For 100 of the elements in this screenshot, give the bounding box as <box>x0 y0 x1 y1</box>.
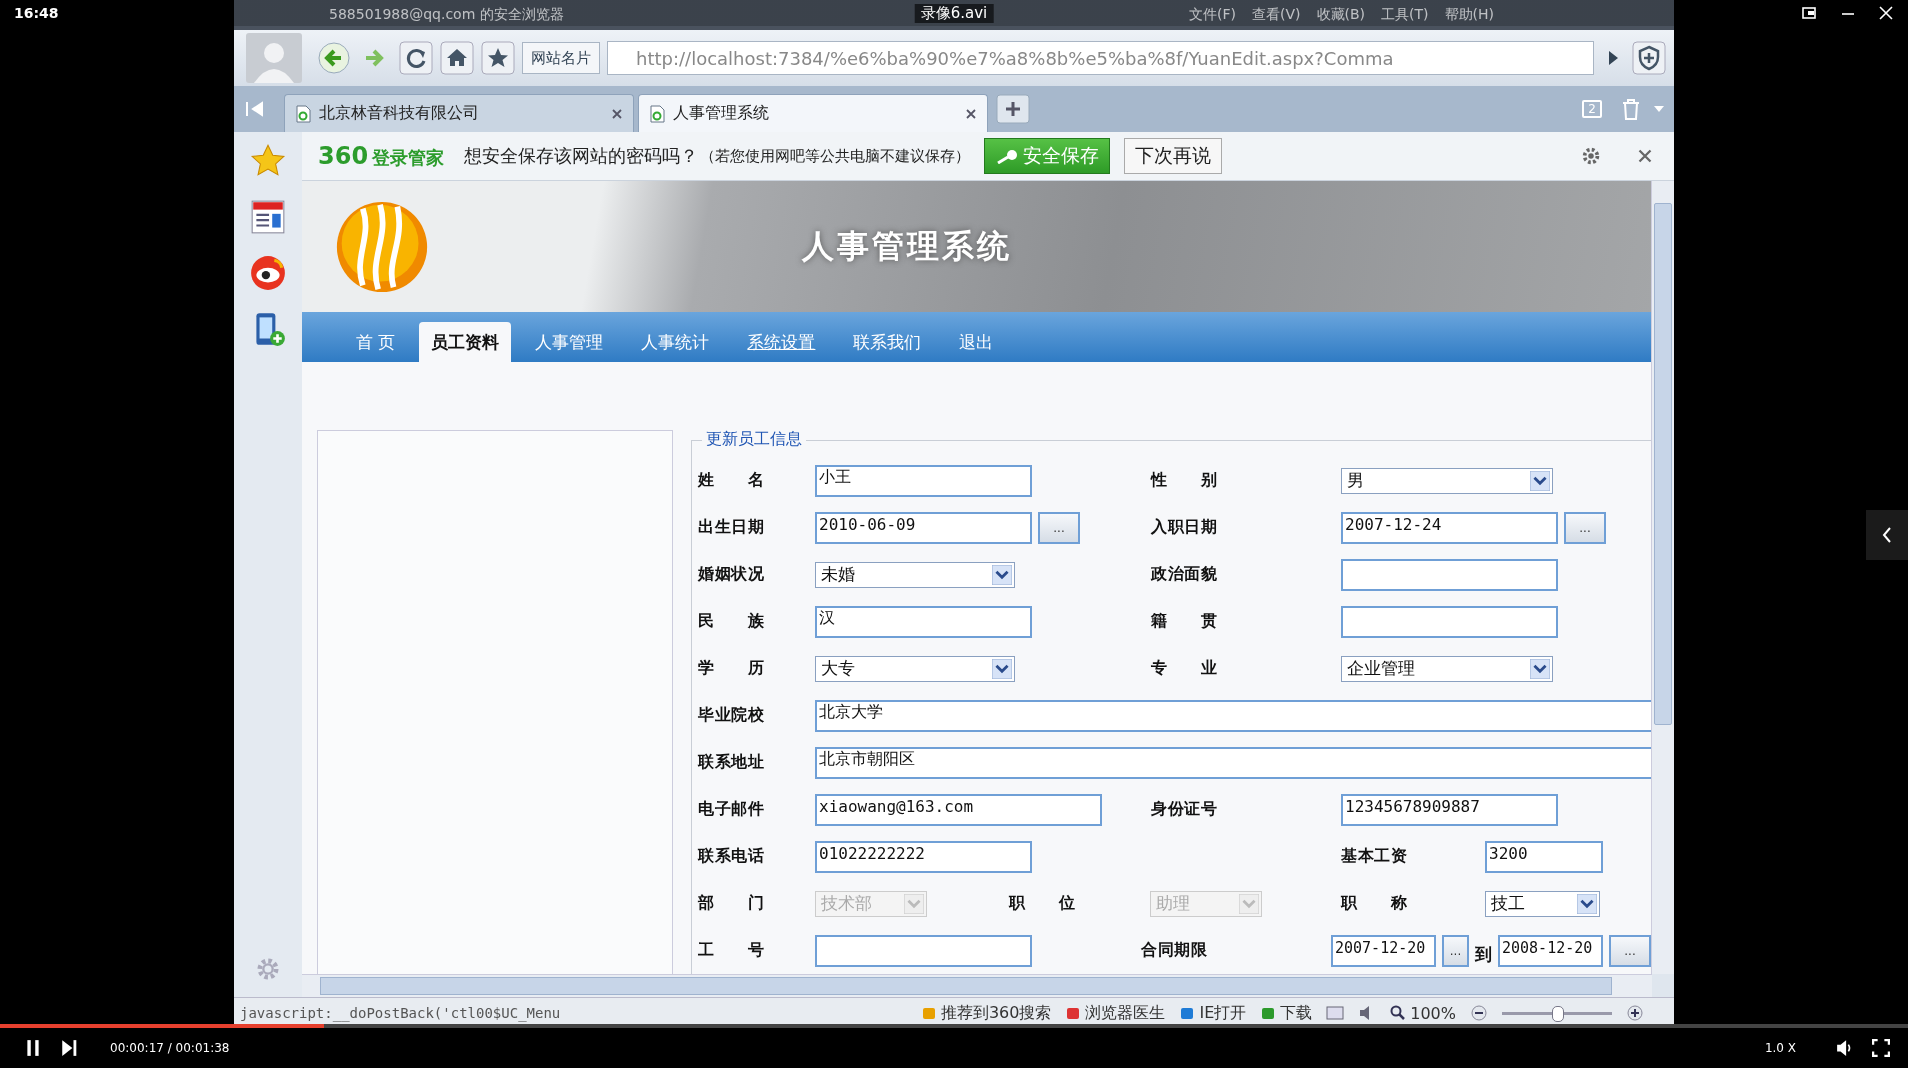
chevron-icon <box>1882 527 1892 543</box>
status-item[interactable]: 浏览器医生 <box>1065 1002 1166 1024</box>
field-label: 职 称 <box>1341 893 1407 914</box>
nav-item[interactable]: 员工资料 <box>419 322 512 362</box>
site-title: 人事管理系统 <box>802 225 1012 267</box>
field-label: 婚姻状况 <box>698 564 764 585</box>
app-icon <box>1260 1005 1277 1021</box>
menu-item[interactable]: 查看(V) <box>1252 6 1301 24</box>
status-item[interactable]: 下载 <box>1260 1002 1313 1024</box>
menu-item[interactable]: 工具(T) <box>1381 6 1429 24</box>
app-icon <box>1065 1005 1082 1021</box>
range-separator: 到 <box>1475 943 1492 966</box>
field-label: 电子邮件 <box>698 799 764 820</box>
restore-icon[interactable] <box>1802 5 1818 21</box>
settings-icon[interactable] <box>1580 145 1602 167</box>
password-note: （若您使用网吧等公共电脑不建议保存） <box>700 146 971 166</box>
caret-icon <box>992 658 1012 679</box>
address-field[interactable]: http://localhost:7384/%e6%ba%90%e7%a8%8b%e5%ba%8f/YuanEdit.aspx?Comma <box>607 41 1594 75</box>
date-field[interactable]: 2010-06-09 <box>815 511 1032 544</box>
shield-icon[interactable] <box>1632 41 1666 75</box>
zoom-slider-thumb[interactable] <box>1552 1005 1564 1022</box>
site-card-button[interactable]: 网站名片 <box>522 42 600 74</box>
field-label: 联系电话 <box>698 846 764 867</box>
field-label: 民 族 <box>698 611 764 632</box>
date-picker-button[interactable]: ... <box>1609 934 1651 967</box>
text-field[interactable]: 3200 <box>1485 840 1603 873</box>
date-picker-button[interactable]: ... <box>1038 511 1080 544</box>
caret-icon <box>904 893 924 914</box>
status-item[interactable]: 推荐到360搜索 <box>920 1002 1052 1024</box>
browser-tab[interactable]: 人事管理系统 <box>638 94 988 132</box>
text-field[interactable]: 北京市朝阳区 <box>815 746 1651 779</box>
page-icon <box>649 104 665 123</box>
caret-icon <box>1530 658 1550 679</box>
text-field[interactable]: xiaowang@163.com <box>815 793 1102 826</box>
pause-icon[interactable] <box>24 1039 42 1057</box>
select-field[interactable]: 男 <box>1341 467 1553 494</box>
text-field[interactable] <box>815 934 1032 967</box>
menu-item[interactable]: 文件(F) <box>1189 6 1236 24</box>
refresh-icon[interactable] <box>399 41 433 75</box>
nav-item[interactable]: 联系我们 <box>839 322 936 362</box>
field-label: 基本工资 <box>1341 846 1407 867</box>
date-field[interactable]: 2007-12-24 <box>1341 511 1558 544</box>
caret-icon <box>992 564 1012 585</box>
zoom-out-icon[interactable] <box>1470 1005 1488 1021</box>
field-label: 出生日期 <box>698 517 764 538</box>
form-legend: 更新员工信息 <box>702 429 806 450</box>
panel-toggle-button[interactable] <box>1866 510 1908 560</box>
select-field[interactable]: 企业管理 <box>1341 655 1553 682</box>
text-field[interactable] <box>1341 558 1558 591</box>
date-field[interactable]: 2008-12-20 <box>1498 934 1603 967</box>
select-field[interactable]: 大专 <box>815 655 1015 682</box>
nav-item[interactable]: 人事统计 <box>627 322 724 362</box>
back-icon[interactable] <box>317 41 351 75</box>
search-icon <box>1390 1005 1407 1021</box>
app-icon <box>920 1005 937 1021</box>
eye-icon[interactable] <box>249 254 287 292</box>
horizontal-scrollbar[interactable] <box>302 974 1652 997</box>
field-label: 合同期限 <box>1141 940 1207 961</box>
home-icon[interactable] <box>440 41 474 75</box>
text-field[interactable]: 小王 <box>815 464 1032 497</box>
nav-item[interactable]: 人事管理 <box>521 322 618 362</box>
date-picker-button[interactable]: ... <box>1442 934 1469 967</box>
field-label: 籍 贯 <box>1151 611 1217 632</box>
speed-button[interactable]: 1.0 X <box>1764 1041 1796 1055</box>
date-field[interactable]: 2007-12-20 <box>1331 934 1436 967</box>
nav-item[interactable]: 系统设置 <box>733 322 830 362</box>
text-field[interactable]: 01022222222 <box>815 840 1032 873</box>
text-field[interactable]: 汉 <box>815 605 1032 638</box>
field-label: 毕业院校 <box>698 705 764 726</box>
zoom-level[interactable]: 100% <box>1390 1003 1456 1023</box>
field-label: 职 位 <box>1009 893 1075 914</box>
fullscreen-icon[interactable] <box>1872 1039 1890 1057</box>
window-title: 588501988@qq.com 的安全浏览器 <box>329 6 564 24</box>
select-field[interactable]: 技工 <box>1485 890 1600 917</box>
sidebar-toggle-icon[interactable] <box>244 98 266 120</box>
text-field[interactable]: 12345678909887 <box>1341 793 1558 826</box>
text-field[interactable] <box>1341 605 1558 638</box>
date-picker-button[interactable]: ... <box>1564 511 1606 544</box>
status-item[interactable]: IE打开 <box>1179 1002 1247 1024</box>
later-button[interactable]: 下次再说 <box>1124 138 1223 174</box>
menu-item[interactable]: 帮助(H) <box>1444 6 1494 24</box>
new-tab-icon[interactable] <box>996 94 1030 124</box>
browser-tab[interactable]: 北京林音科技有限公司 <box>284 94 634 132</box>
field-label: 性 别 <box>1151 470 1217 491</box>
field-label: 学 历 <box>698 658 764 679</box>
caret-icon <box>1239 893 1259 914</box>
progress-track[interactable] <box>0 1024 1908 1028</box>
close-icon[interactable] <box>965 107 977 120</box>
zoom-in-icon[interactable] <box>1626 1005 1644 1021</box>
nav-item[interactable]: 退出 <box>945 322 1008 362</box>
text-field[interactable]: 北京大学 <box>815 699 1651 732</box>
status-text: javascript:__doPostBack('ctl00$UC_Menu <box>240 1005 561 1021</box>
field-label: 工 号 <box>698 940 764 961</box>
select-field[interactable]: 未婚 <box>815 561 1015 588</box>
vertical-scrollbar[interactable] <box>1651 181 1674 974</box>
menu-item[interactable]: 收藏(B) <box>1316 6 1366 24</box>
caret-icon <box>1577 893 1597 914</box>
news-icon[interactable] <box>249 198 287 236</box>
next-icon[interactable] <box>60 1039 78 1057</box>
field-label: 身份证号 <box>1151 799 1217 820</box>
